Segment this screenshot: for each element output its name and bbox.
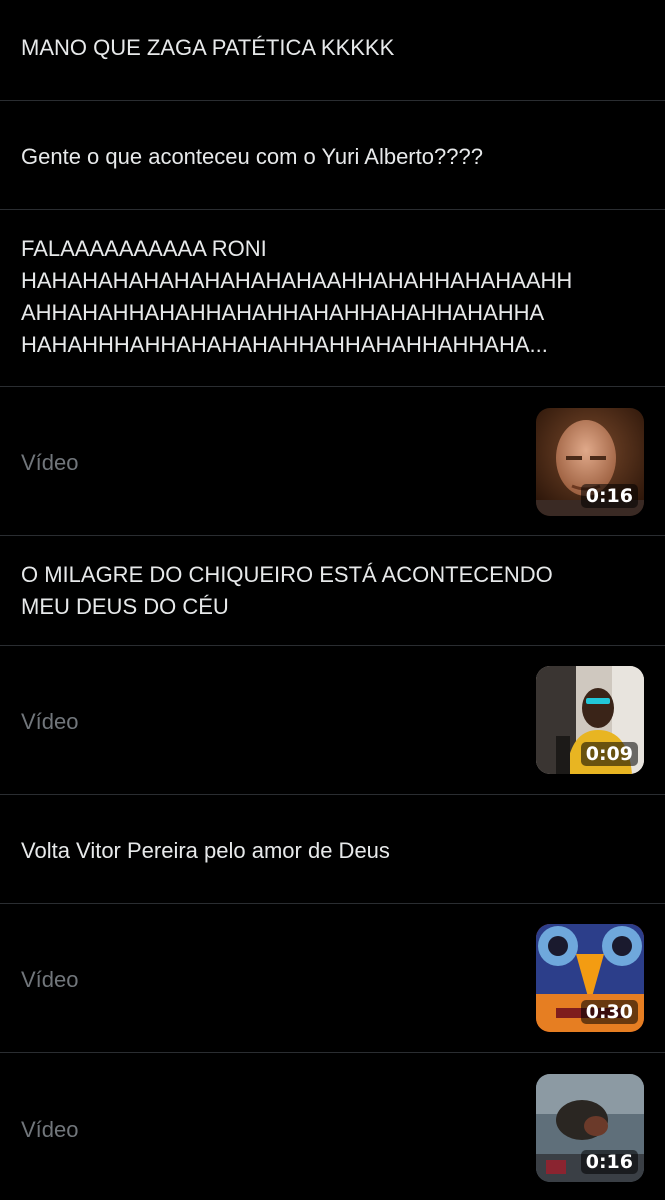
video-thumbnail[interactable]: 0:16 <box>536 1074 644 1182</box>
video-duration: 0:16 <box>580 1150 638 1174</box>
post-text-line: FALAAAAAAAAAA RONI <box>21 236 267 261</box>
video-duration: 0:30 <box>580 1000 638 1024</box>
video-label: Vídeo <box>21 709 79 734</box>
post-text: MANO QUE ZAGA PATÉTICA KKKKK <box>21 35 395 60</box>
video-label: Vídeo <box>21 450 79 475</box>
list-item[interactable]: FALAAAAAAAAAA RONI HAHAHAHAHAHAHAHAHAHAA… <box>0 210 665 387</box>
post-text-line: O MILAGRE DO CHIQUEIRO ESTÁ ACONTECENDO <box>21 562 553 587</box>
video-thumbnail[interactable]: 0:30 <box>536 924 644 1032</box>
list-item[interactable]: Volta Vitor Pereira pelo amor de Deus <box>0 795 665 904</box>
post-text: FALAAAAAAAAAA RONI HAHAHAHAHAHAHAHAHAHAA… <box>21 233 631 361</box>
video-duration: 0:16 <box>580 484 638 508</box>
post-text-line: AHHAHAHHAHAHHAHAHHAHAHHAHAHHAHAHHA <box>21 300 545 325</box>
post-text: O MILAGRE DO CHIQUEIRO ESTÁ ACONTECENDO … <box>21 559 635 623</box>
list-item[interactable]: Vídeo 0:16 <box>0 387 665 536</box>
video-duration: 0:09 <box>580 742 638 766</box>
video-label: Vídeo <box>21 967 79 992</box>
video-label: Vídeo <box>21 1117 79 1142</box>
list-item[interactable]: Vídeo 0:30 <box>0 904 665 1053</box>
list-item[interactable]: O MILAGRE DO CHIQUEIRO ESTÁ ACONTECENDO … <box>0 536 665 646</box>
post-text: Gente o que aconteceu com o Yuri Alberto… <box>21 144 483 169</box>
list-item[interactable]: Vídeo 0:09 <box>0 646 665 795</box>
post-text: Volta Vitor Pereira pelo amor de Deus <box>21 838 390 863</box>
post-text-line: HAHAHAHAHAHAHAHAHAHAAHHAHAHHAHAHAAHH <box>21 268 573 293</box>
post-text-line: HAHAHHHAHHAHAHAHAHHAHHAHAHHAHHAHA... <box>21 332 548 357</box>
post-text-line: MEU DEUS DO CÉU <box>21 594 229 619</box>
list-item[interactable]: Vídeo 0:16 <box>0 1053 665 1200</box>
list-item[interactable]: MANO QUE ZAGA PATÉTICA KKKKK <box>0 0 665 101</box>
video-thumbnail[interactable]: 0:16 <box>536 408 644 516</box>
video-thumbnail[interactable]: 0:09 <box>536 666 644 774</box>
list-item[interactable]: Gente o que aconteceu com o Yuri Alberto… <box>0 101 665 210</box>
